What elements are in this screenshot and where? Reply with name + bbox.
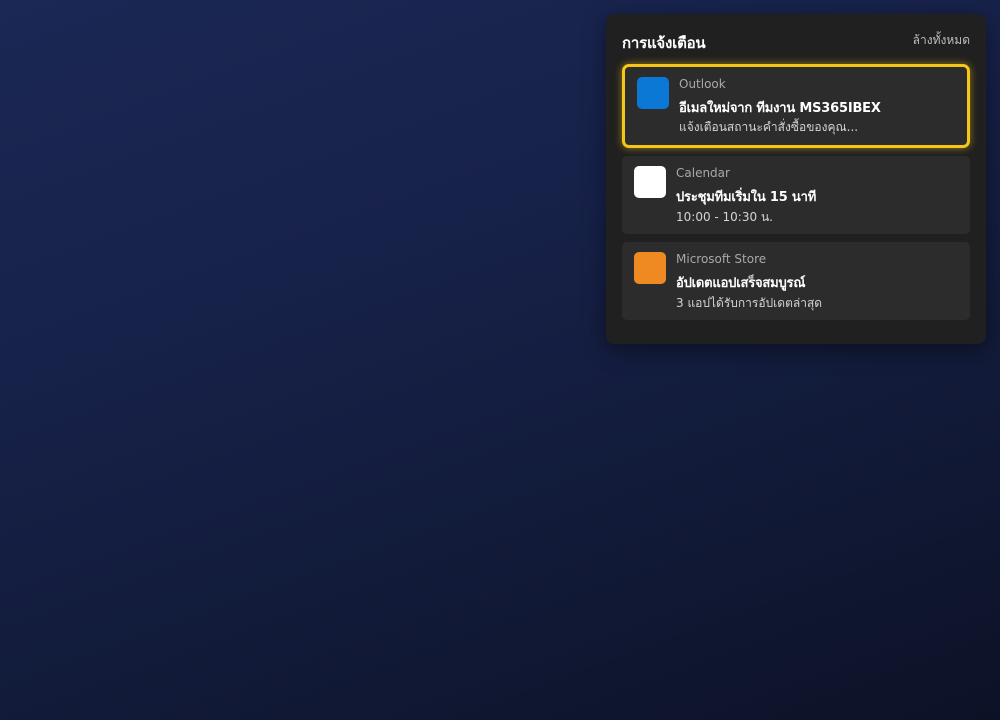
- notification-body: 10:00 - 10:30 น.: [676, 210, 773, 224]
- notification-title: อัปเดตแอปเสร็จสมบูรณ์: [676, 276, 806, 291]
- notification-body: 3 แอปได้รับการอัปเดตล่าสุด: [676, 296, 823, 310]
- notification-app-name: Microsoft Store: [676, 252, 767, 266]
- notification-app-name: Outlook: [679, 77, 726, 91]
- outlook-icon: [637, 77, 669, 109]
- notification-title: ประชุมทีมเริ่มใน 15 นาที: [676, 190, 817, 205]
- notification-card-outlook[interactable]: Outlook อีเมลใหม่จาก ทีมงาน MS365IBEX แจ…: [622, 64, 970, 148]
- clear-all-button[interactable]: ล้างทั้งหมด: [913, 31, 970, 50]
- calendar-icon: [634, 166, 666, 198]
- notification-card-calendar[interactable]: Calendar ประชุมทีมเริ่มใน 15 นาที 10:00 …: [622, 156, 970, 234]
- notification-card-store[interactable]: Microsoft Store อัปเดตแอปเสร็จสมบูรณ์ 3 …: [622, 242, 970, 320]
- notification-header: การแจ้งเตือน ล้างทั้งหมด: [622, 14, 970, 64]
- notification-center: การแจ้งเตือน ล้างทั้งหมด Outlook อีเมลให…: [606, 14, 986, 344]
- notification-title: อีเมลใหม่จาก ทีมงาน MS365IBEX: [679, 101, 881, 116]
- notification-body: แจ้งเตือนสถานะคำสั่งซื้อของคุณ...: [679, 120, 859, 134]
- store-icon: [634, 252, 666, 284]
- notification-app-name: Calendar: [676, 166, 730, 180]
- notification-panel-title: การแจ้งเตือน: [622, 34, 706, 52]
